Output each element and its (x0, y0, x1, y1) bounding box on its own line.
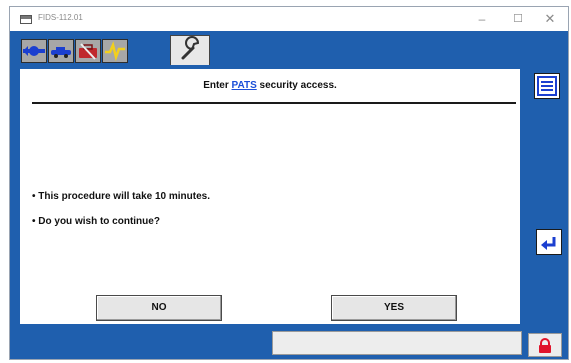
app-window: FIDS-112.01 – ☐ ✕ Enter PATS security ac… (9, 6, 569, 360)
return-button[interactable] (536, 229, 562, 255)
tab-service-functions[interactable] (170, 35, 210, 65)
vehicle-connect-icon (23, 46, 45, 56)
toolbar (10, 31, 568, 67)
vehicle-button[interactable] (48, 39, 74, 63)
toolbox-icon (79, 43, 97, 60)
info-line-duration: • This procedure will take 10 minutes. (32, 191, 210, 202)
close-button[interactable]: ✕ (540, 11, 560, 27)
content-panel: Enter PATS security access. • This proce… (20, 69, 520, 324)
toolbox-button[interactable] (75, 39, 101, 63)
app-icon (20, 15, 32, 24)
status-bar (10, 329, 568, 359)
info-line-question: • Do you wish to continue? (32, 216, 160, 227)
status-field (272, 331, 522, 355)
pats-link[interactable]: PATS (232, 80, 257, 91)
title-bar: FIDS-112.01 – ☐ ✕ (10, 7, 568, 31)
vehicle-connect-button[interactable] (21, 39, 47, 63)
page-title: Enter PATS security access. (20, 80, 520, 91)
signal-icon (105, 41, 125, 62)
maximize-button[interactable]: ☐ (508, 11, 528, 27)
title-suffix: security access. (259, 80, 337, 91)
security-lock-button[interactable] (528, 333, 562, 357)
signal-button[interactable] (102, 39, 128, 63)
list-button[interactable] (534, 73, 560, 99)
list-icon (537, 76, 557, 96)
lock-icon (539, 338, 551, 353)
title-prefix: Enter (203, 80, 229, 91)
no-button[interactable]: NO (96, 295, 222, 321)
window-title: FIDS-112.01 (38, 13, 83, 22)
return-icon (541, 237, 556, 250)
header-divider (32, 102, 516, 104)
wrench-icon (181, 36, 200, 60)
minimize-button[interactable]: – (472, 11, 492, 27)
vehicle-icon (51, 47, 71, 58)
yes-button[interactable]: YES (331, 295, 457, 321)
